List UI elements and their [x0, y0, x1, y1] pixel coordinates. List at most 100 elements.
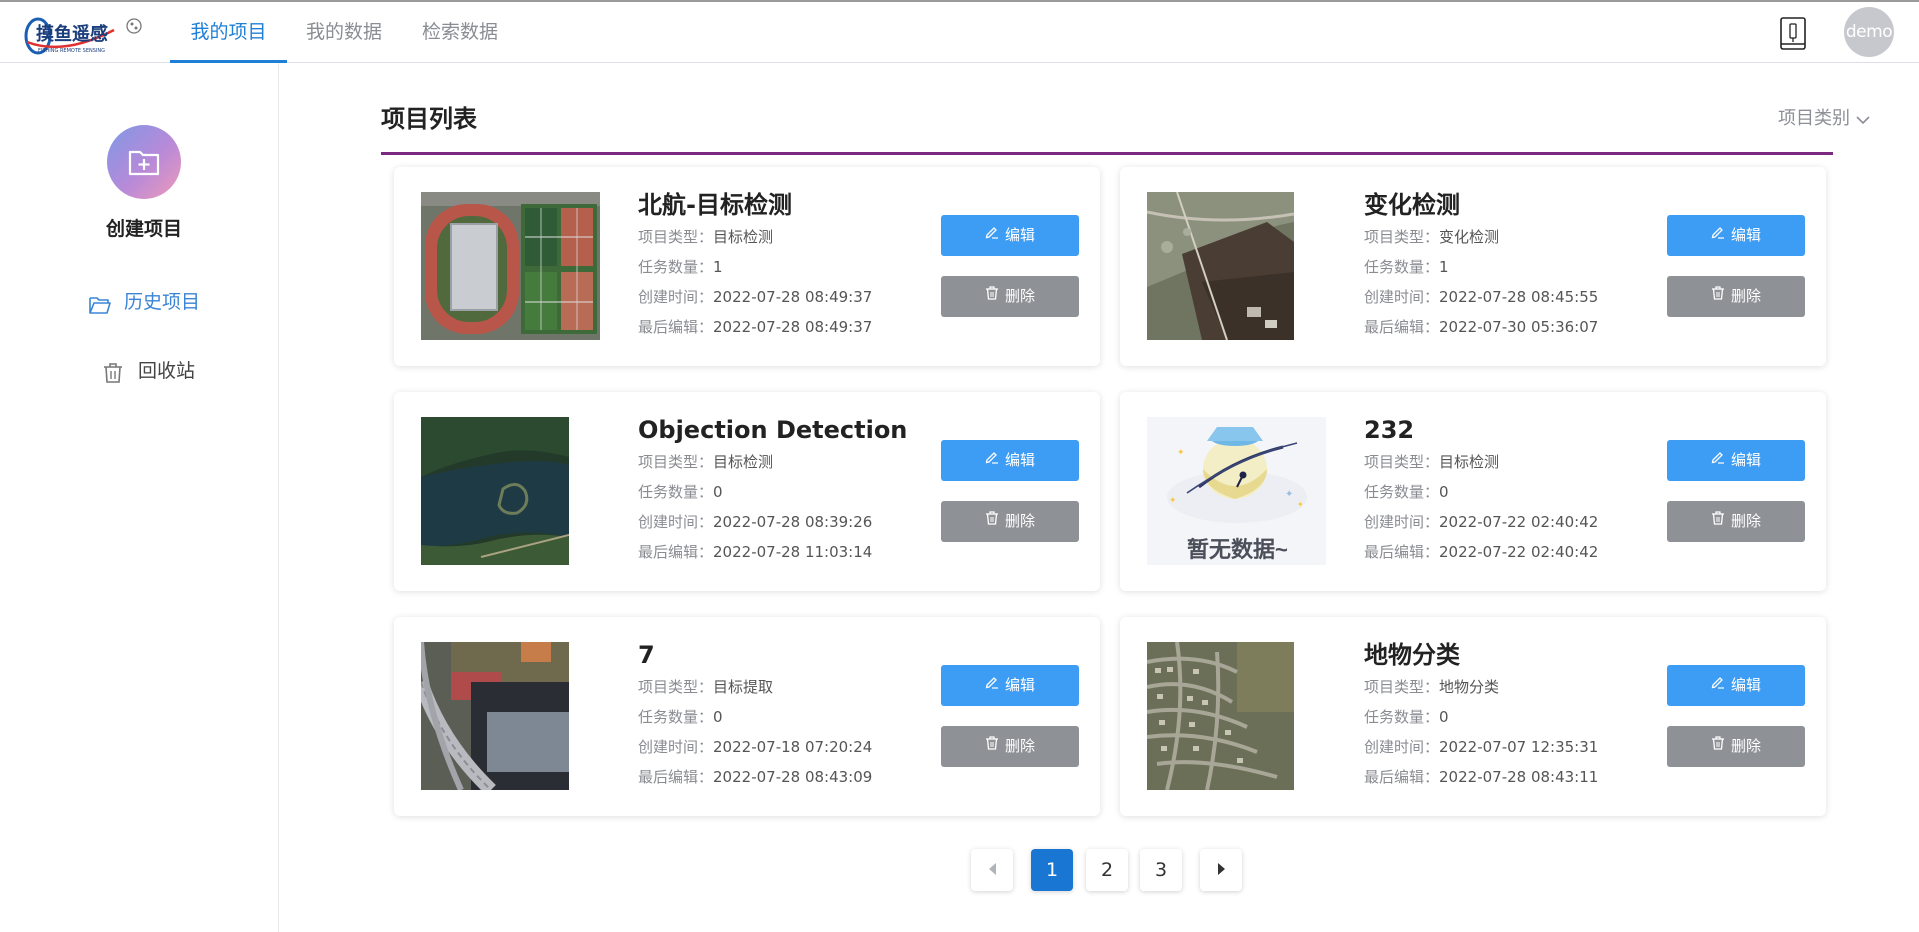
- last-edited-row: 最后编辑：2022-07-28 08:49:37: [638, 312, 872, 342]
- last-edited-value: 2022-07-28 08:49:37: [713, 318, 873, 336]
- page-button-1[interactable]: 1: [1031, 849, 1073, 891]
- delete-button[interactable]: 删除: [1667, 726, 1805, 767]
- last-edited-row: 最后编辑：2022-07-28 11:03:14: [638, 537, 907, 567]
- app-logo[interactable]: 摸鱼遥感 FISHING REMOTE SENSING: [24, 10, 146, 58]
- edit-button[interactable]: 编辑: [1667, 665, 1805, 706]
- filter-label: 项目类别: [1778, 108, 1850, 129]
- delete-button[interactable]: 删除: [941, 726, 1079, 767]
- project-thumbnail[interactable]: [1147, 642, 1294, 790]
- tab-search-data[interactable]: 检索数据: [410, 2, 510, 63]
- edit-label: 编辑: [1004, 451, 1035, 469]
- manual-book-icon[interactable]: [1778, 16, 1808, 52]
- delete-button[interactable]: 删除: [941, 276, 1079, 317]
- created-time-row: 创建时间：2022-07-28 08:45:55: [1364, 282, 1598, 312]
- prev-page-button[interactable]: [971, 849, 1013, 891]
- sidebar-item-history[interactable]: 历史项目: [88, 286, 238, 318]
- sidebar-item-label: 历史项目: [124, 291, 201, 313]
- meta-label: 任务数量：: [638, 258, 714, 276]
- task-count-row: 任务数量：0: [638, 702, 872, 732]
- svg-text:✦: ✦: [1297, 500, 1304, 509]
- delete-button[interactable]: 删除: [1667, 501, 1805, 542]
- project-type-value: 目标检测: [713, 228, 774, 246]
- meta-label: 任务数量：: [1364, 708, 1440, 726]
- delete-label: 删除: [1730, 512, 1761, 530]
- project-card[interactable]: 地物分类 项目类型：地物分类 任务数量：0 创建时间：2022-07-07 12…: [1120, 617, 1826, 816]
- no-data-text: 暂无数据~: [1187, 537, 1288, 562]
- last-edited-row: 最后编辑：2022-07-30 05:36:07: [1364, 312, 1598, 342]
- tab-my-projects[interactable]: 我的项目: [170, 2, 287, 63]
- project-type-filter-dropdown[interactable]: 项目类别: [1778, 104, 1870, 130]
- project-card[interactable]: ✦ ✦ ✦ ✦ 暂无数据~ 232 项目类型：目标检测 任务数量：0 创建时间：…: [1120, 392, 1826, 591]
- task-count-row: 任务数量：0: [1364, 477, 1598, 507]
- created-time-value: 2022-07-22 02:40:42: [1439, 513, 1599, 531]
- project-title[interactable]: 变化检测: [1364, 189, 1598, 222]
- delete-label: 删除: [1004, 512, 1035, 530]
- delete-button[interactable]: 删除: [941, 501, 1079, 542]
- meta-label: 任务数量：: [638, 708, 714, 726]
- user-avatar[interactable]: demo: [1844, 7, 1894, 57]
- svg-text:✦: ✦: [1285, 489, 1293, 500]
- task-count-value: 1: [1439, 258, 1449, 276]
- edit-button[interactable]: 编辑: [1667, 440, 1805, 481]
- last-edited-row: 最后编辑：2022-07-28 08:43:11: [1364, 762, 1598, 792]
- sidebar-item-label: 回收站: [138, 360, 196, 382]
- tab-my-data[interactable]: 我的数据: [294, 2, 394, 63]
- project-card[interactable]: Objection Detection 项目类型：目标检测 任务数量：0 创建时…: [394, 392, 1100, 591]
- delete-label: 删除: [1004, 287, 1035, 305]
- created-time-value: 2022-07-07 12:35:31: [1439, 738, 1599, 756]
- page-button-3[interactable]: 3: [1140, 849, 1182, 891]
- pencil-icon: [985, 439, 999, 480]
- meta-label: 项目类型：: [638, 228, 714, 246]
- project-type-value: 地物分类: [1439, 678, 1500, 696]
- project-type-row: 项目类型：变化检测: [1364, 222, 1598, 252]
- folder-open-icon: [88, 293, 112, 325]
- top-navigation-bar: 摸鱼遥感 FISHING REMOTE SENSING 我的项目 我的数据 检索…: [0, 0, 1919, 63]
- project-info: 地物分类 项目类型：地物分类 任务数量：0 创建时间：2022-07-07 12…: [1364, 639, 1598, 792]
- edit-button[interactable]: 编辑: [1667, 215, 1805, 256]
- svg-text:✦: ✦: [1177, 448, 1185, 458]
- edit-button[interactable]: 编辑: [941, 440, 1079, 481]
- trash-icon: [985, 275, 999, 316]
- task-count-value: 1: [713, 258, 723, 276]
- edit-button[interactable]: 编辑: [941, 665, 1079, 706]
- pencil-icon: [985, 214, 999, 255]
- edit-button[interactable]: 编辑: [941, 215, 1079, 256]
- project-title[interactable]: 地物分类: [1364, 639, 1598, 672]
- project-card[interactable]: 变化检测 项目类型：变化检测 任务数量：1 创建时间：2022-07-28 08…: [1120, 167, 1826, 366]
- project-card[interactable]: 7 项目类型：目标提取 任务数量：0 创建时间：2022-07-18 07:20…: [394, 617, 1100, 816]
- title-divider: [381, 152, 1833, 155]
- sidebar-item-trash[interactable]: 回收站: [102, 355, 222, 387]
- project-info: 232 项目类型：目标检测 任务数量：0 创建时间：2022-07-22 02:…: [1364, 414, 1598, 567]
- project-thumbnail[interactable]: [421, 642, 569, 790]
- project-type-row: 项目类型：目标检测: [638, 222, 872, 252]
- project-title[interactable]: 北航-目标检测: [638, 189, 872, 222]
- created-time-value: 2022-07-28 08:45:55: [1439, 288, 1599, 306]
- created-time-row: 创建时间：2022-07-28 08:49:37: [638, 282, 872, 312]
- page-title: 项目列表: [381, 105, 477, 133]
- project-title[interactable]: 232: [1364, 414, 1598, 447]
- pencil-icon: [1711, 214, 1725, 255]
- project-thumbnail[interactable]: [1147, 192, 1294, 340]
- task-count-value: 0: [713, 483, 723, 501]
- project-thumbnail[interactable]: [421, 417, 569, 565]
- project-title[interactable]: 7: [638, 639, 872, 672]
- project-thumbnail[interactable]: [421, 192, 600, 340]
- next-page-button[interactable]: [1200, 849, 1242, 891]
- create-project-label[interactable]: 创建项目: [70, 214, 218, 241]
- project-info: 变化检测 项目类型：变化检测 任务数量：1 创建时间：2022-07-28 08…: [1364, 189, 1598, 342]
- project-title[interactable]: Objection Detection: [638, 414, 907, 447]
- pencil-icon: [1711, 664, 1725, 705]
- project-type-row: 项目类型：目标提取: [638, 672, 872, 702]
- project-thumbnail[interactable]: ✦ ✦ ✦ ✦ 暂无数据~: [1147, 417, 1326, 565]
- created-time-row: 创建时间：2022-07-18 07:20:24: [638, 732, 872, 762]
- created-time-value: 2022-07-18 07:20:24: [713, 738, 873, 756]
- meta-label: 创建时间：: [1364, 738, 1440, 756]
- folder-add-icon: [128, 150, 160, 176]
- project-card[interactable]: 北航-目标检测 项目类型：目标检测 任务数量：1 创建时间：2022-07-28…: [394, 167, 1100, 366]
- created-time-value: 2022-07-28 08:39:26: [713, 513, 873, 531]
- project-type-value: 目标检测: [1439, 453, 1500, 471]
- create-project-button[interactable]: [107, 125, 181, 199]
- delete-button[interactable]: 删除: [1667, 276, 1805, 317]
- svg-text:✦: ✦: [1169, 496, 1177, 506]
- page-button-2[interactable]: 2: [1086, 849, 1128, 891]
